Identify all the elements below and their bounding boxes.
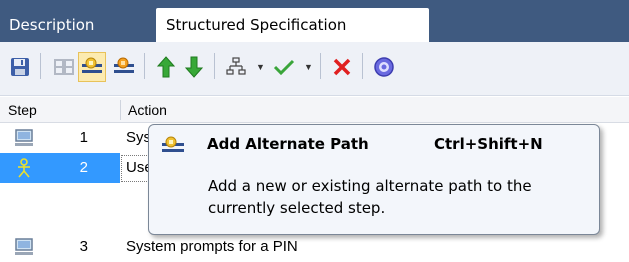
move-down-icon <box>185 56 203 78</box>
move-up-icon <box>157 56 175 78</box>
insert-step-button[interactable] <box>50 52 78 82</box>
actor-icon <box>18 158 30 178</box>
grid-header: Step Action <box>0 97 629 123</box>
tab-structured-specification[interactable]: Structured Specification <box>156 8 429 42</box>
step-number: 3 <box>79 238 88 255</box>
delete-icon <box>333 58 351 76</box>
check-icon <box>273 59 295 76</box>
delete-button[interactable] <box>328 52 356 82</box>
toolbar-separator <box>320 53 321 79</box>
add-exception-path-icon <box>114 57 134 73</box>
column-separator[interactable] <box>120 100 121 120</box>
toolbar-separator <box>40 53 41 79</box>
add-exception-path-button[interactable] <box>110 52 138 82</box>
table-row[interactable]: 3 System prompts for a PIN <box>0 232 629 262</box>
add-alternate-path-icon <box>162 136 184 152</box>
generate-structure-icon <box>226 57 246 75</box>
toolbar-separator <box>144 53 145 79</box>
generate-structure-button[interactable] <box>222 52 250 82</box>
tab-strip: Description Structured Specification <box>0 0 629 42</box>
step-action[interactable]: System prompts for a PIN <box>126 232 298 262</box>
move-up-button[interactable] <box>152 52 180 82</box>
computer-icon <box>15 129 33 146</box>
computer-icon <box>15 238 33 255</box>
save-button[interactable] <box>6 52 34 82</box>
toolbar: ▼ ▼ <box>0 42 629 96</box>
tab-description[interactable]: Description <box>9 8 94 42</box>
chevron-down-icon[interactable]: ▼ <box>256 62 265 72</box>
chevron-down-icon[interactable]: ▼ <box>304 62 313 72</box>
insert-step-icon <box>54 59 74 75</box>
step-number: 1 <box>79 129 88 146</box>
toolbar-separator <box>362 53 363 79</box>
validate-button[interactable] <box>270 52 298 82</box>
help-button[interactable] <box>370 52 398 82</box>
add-alternate-path-icon <box>82 57 102 73</box>
toolbar-separator <box>214 53 215 79</box>
help-icon <box>374 57 394 77</box>
tooltip: Add Alternate Path Ctrl+Shift+N Add a ne… <box>148 124 600 235</box>
save-icon <box>11 58 29 76</box>
tooltip-description: Add a new or existing alternate path to … <box>208 177 532 217</box>
tooltip-shortcut: Ctrl+Shift+N <box>434 135 543 153</box>
tooltip-title: Add Alternate Path <box>207 135 369 153</box>
step-number: 2 <box>79 159 88 176</box>
column-header-step[interactable]: Step <box>8 97 37 123</box>
column-header-action[interactable]: Action <box>128 97 167 123</box>
move-down-button[interactable] <box>180 52 208 82</box>
add-alternate-path-button[interactable] <box>78 52 106 82</box>
